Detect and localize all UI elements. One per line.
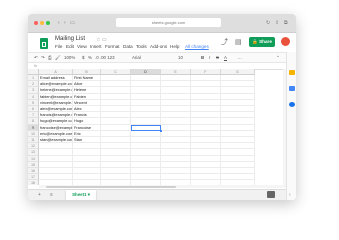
- all-sheets-button[interactable]: ≡: [50, 192, 53, 199]
- currency-format-button[interactable]: $: [82, 55, 84, 61]
- horizontal-scrollbar-thumb[interactable]: [46, 185, 176, 188]
- italic-button[interactable]: I: [209, 55, 210, 61]
- tasks-icon[interactable]: [289, 86, 295, 91]
- paint-format-icon[interactable]: 🖌: [55, 55, 61, 61]
- menu-file[interactable]: File: [55, 44, 62, 49]
- active-cell-selection[interactable]: [131, 124, 162, 133]
- menu-view[interactable]: View: [77, 44, 87, 49]
- menu-data[interactable]: Data: [123, 44, 133, 49]
- more-tools-button[interactable]: ...: [238, 55, 242, 61]
- font-family-select[interactable]: Arial: [132, 55, 141, 61]
- sheets-logo[interactable]: [40, 38, 48, 49]
- font-size-select[interactable]: 10: [178, 55, 183, 61]
- reload-icon[interactable]: ↻: [266, 20, 270, 26]
- back-arrow-icon[interactable]: ‹: [58, 20, 60, 26]
- calendar-icon[interactable]: [289, 102, 295, 107]
- expand-panel-icon[interactable]: ›: [289, 192, 291, 198]
- zoom-select[interactable]: 100%: [64, 55, 75, 61]
- sheet-tab-label: Sheet1: [72, 192, 87, 197]
- undo-icon[interactable]: ↶: [34, 55, 38, 61]
- minimize-window-button[interactable]: [40, 21, 44, 25]
- close-window-button[interactable]: [34, 21, 38, 25]
- print-icon[interactable]: ⎙: [48, 55, 52, 61]
- percent-format-button[interactable]: %: [88, 55, 92, 61]
- sheet-tab-bar: + ≡ Sheet1 ▾: [28, 189, 286, 200]
- comments-icon[interactable]: ▤: [235, 39, 242, 46]
- address-bar[interactable]: sheets.google.com: [116, 18, 221, 27]
- all-changes-link[interactable]: All changes: [185, 44, 209, 49]
- browser-window: ‹ › ▭ sheets.google.com ↻ ⇪ ⧉ Mailing Li…: [28, 14, 296, 200]
- share-page-icon[interactable]: ⇪: [275, 20, 279, 26]
- browser-chrome: ‹ › ▭ sheets.google.com ↻ ⇪ ⧉: [28, 14, 296, 33]
- decimal-format-buttons[interactable]: .0 .00 123: [95, 55, 115, 61]
- fx-icon: fx: [34, 62, 38, 68]
- activity-trend-icon[interactable]: ⤴: [221, 39, 228, 46]
- menu-add-ons[interactable]: Add-ons: [150, 44, 167, 49]
- account-avatar[interactable]: [281, 37, 290, 46]
- menu-insert[interactable]: Insert: [90, 44, 102, 49]
- redo-icon[interactable]: ↷: [41, 55, 45, 61]
- strikethrough-button[interactable]: S: [216, 55, 219, 61]
- sidebar-toggle-icon[interactable]: ▭: [70, 20, 75, 26]
- forward-arrow-icon[interactable]: ›: [64, 20, 66, 26]
- maximize-window-button[interactable]: [46, 21, 50, 25]
- add-sheet-button[interactable]: +: [38, 192, 41, 199]
- explore-button[interactable]: [267, 191, 275, 198]
- tabs-icon[interactable]: ⧉: [284, 20, 288, 26]
- menu-format[interactable]: Format: [105, 44, 120, 49]
- share-button-label: Share: [259, 39, 272, 44]
- collapse-toolbar-icon[interactable]: ⌃: [276, 55, 280, 61]
- menu-edit[interactable]: Edit: [66, 44, 74, 49]
- row-header[interactable]: 18: [28, 180, 39, 185]
- bold-button[interactable]: B: [201, 55, 204, 61]
- spreadsheet-grid[interactable]: A B C D E F G 1 Email address First Name 2 alice@ex…: [28, 69, 286, 185]
- tab-sheet1[interactable]: Sheet1 ▾: [66, 190, 96, 200]
- star-folder-icons[interactable]: ☆ ▭: [96, 37, 107, 43]
- document-title[interactable]: Mailing List: [55, 36, 85, 42]
- keep-icon[interactable]: [289, 70, 295, 75]
- menu-help[interactable]: Help: [170, 44, 179, 49]
- menu-tools[interactable]: Tools: [136, 44, 147, 49]
- share-button[interactable]: 🔒 Share: [249, 37, 275, 47]
- text-color-button[interactable]: A: [224, 55, 227, 61]
- side-panel: ›: [286, 52, 296, 200]
